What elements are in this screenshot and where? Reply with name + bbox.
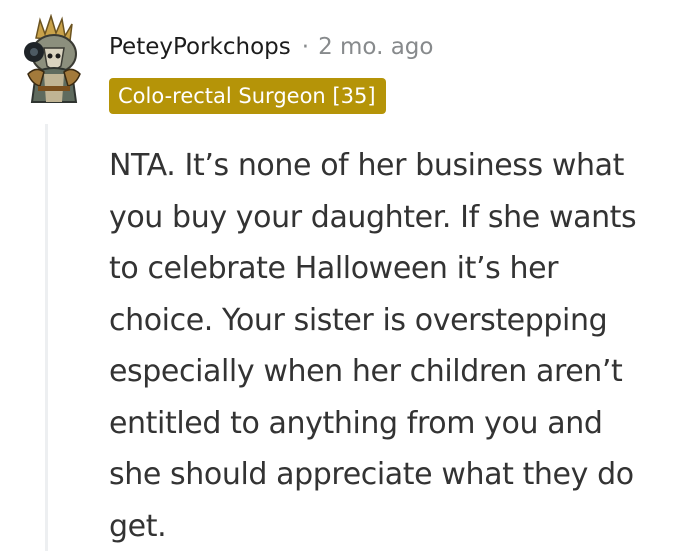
comment-body-line: to celebrate Halloween it’s her <box>109 243 699 295</box>
snoo-avatar-icon[interactable] <box>14 14 94 104</box>
comment-body: NTA. It’s none of her business what you … <box>109 140 699 552</box>
comment-body-line: entitled to anything from you and <box>109 398 699 450</box>
username-link[interactable]: PeteyPorkchops <box>109 34 291 60</box>
comment-body-line: especially when her children aren’t <box>109 346 699 398</box>
user-flair-badge: Colo-rectal Surgeon [35] <box>109 78 386 114</box>
comment-body-line: NTA. It’s none of her business what <box>109 140 699 192</box>
comment-body-line: you buy your daughter. If she wants <box>109 192 699 244</box>
comment-body-line: get. <box>109 501 699 552</box>
comment-body-line: she should appreciate what they do <box>109 449 699 501</box>
thread-line[interactable] <box>45 124 48 551</box>
timestamp-link[interactable]: 2 mo. ago <box>318 34 433 60</box>
meta-separator: · <box>302 34 309 60</box>
comment: PeteyPorkchops · 2 mo. ago Colo-rectal S… <box>0 0 700 551</box>
comment-body-line: choice. Your sister is overstepping <box>109 295 699 347</box>
comment-meta: PeteyPorkchops · 2 mo. ago <box>109 30 433 64</box>
